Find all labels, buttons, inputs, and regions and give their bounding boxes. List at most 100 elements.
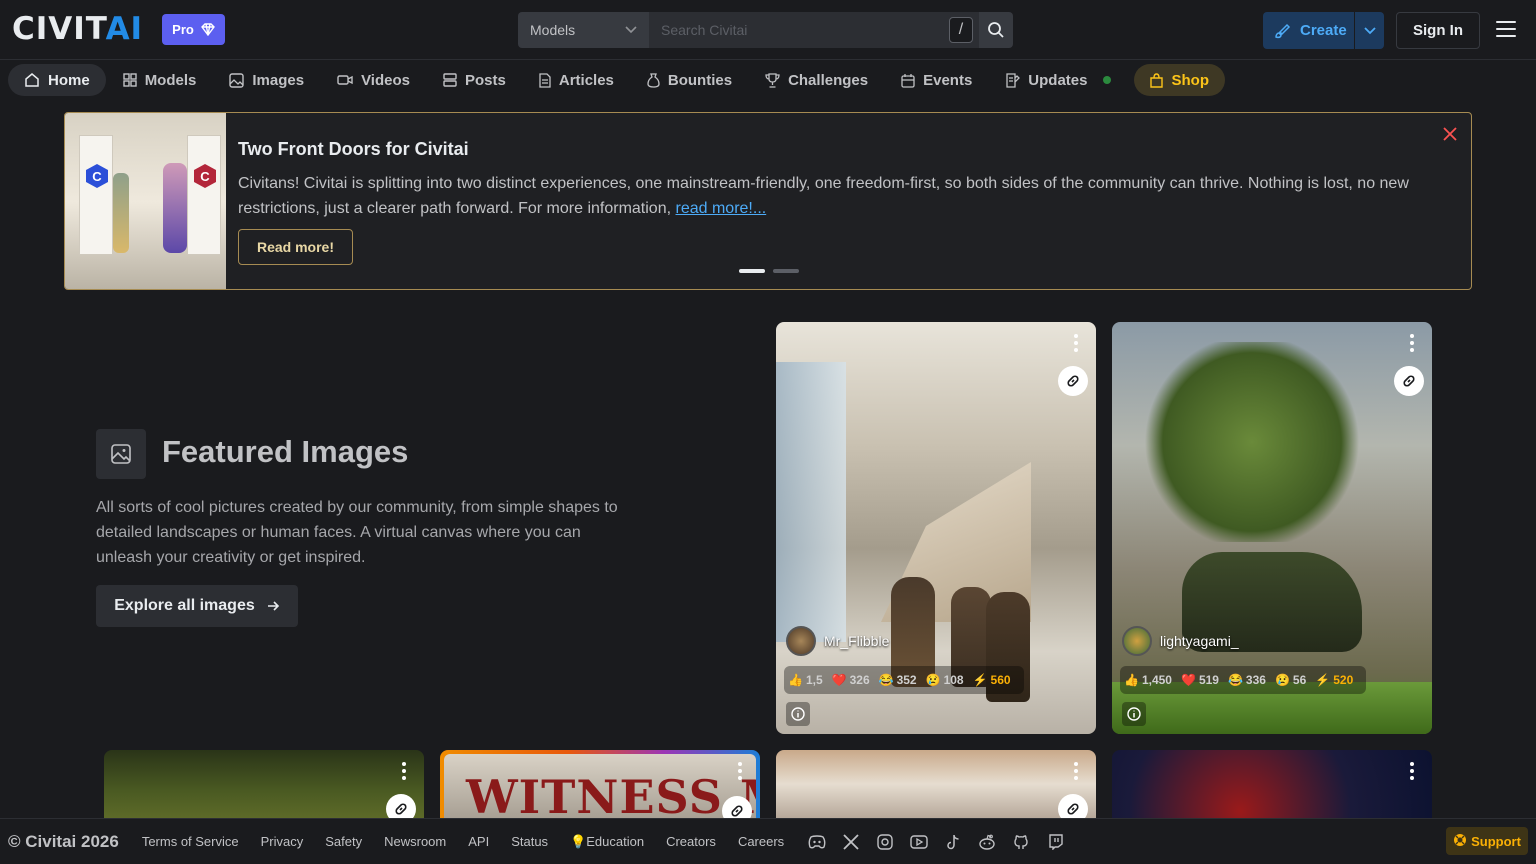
more-options-icon[interactable] (1074, 334, 1080, 355)
nav-posts[interactable]: Posts (427, 64, 522, 96)
pager-dot-1[interactable] (739, 269, 765, 273)
nav-articles[interactable]: Articles (523, 64, 630, 96)
arrow-right-icon (267, 600, 280, 612)
image-card[interactable] (104, 750, 424, 818)
pro-badge[interactable]: Pro (162, 14, 225, 45)
image-card[interactable]: Mr_Flibble 👍 1,5 ❤️ 326 😂 352 😢 108 ⚡ 560 (776, 322, 1096, 734)
posts-icon (443, 73, 457, 87)
heart-icon: ❤️ (831, 673, 847, 687)
more-options-icon[interactable] (1410, 334, 1416, 355)
card-window (776, 362, 846, 642)
more-options-icon[interactable] (738, 762, 744, 783)
github-icon[interactable] (1012, 833, 1030, 851)
close-icon[interactable] (1443, 127, 1457, 146)
garden-through-door (113, 173, 129, 253)
link-icon[interactable] (386, 794, 416, 818)
cry-reaction[interactable]: 😢 56 (1275, 673, 1306, 687)
link-icon[interactable] (1394, 366, 1424, 396)
nav-images[interactable]: Images (213, 64, 320, 96)
more-options-icon[interactable] (1074, 762, 1080, 783)
twitch-icon[interactable] (1046, 833, 1064, 851)
explore-all-images-button[interactable]: Explore all images (96, 585, 298, 627)
featured-description: All sorts of cool pictures created by ou… (96, 499, 618, 566)
x-icon[interactable] (842, 833, 860, 851)
nav-shop[interactable]: Shop (1134, 64, 1225, 96)
info-icon[interactable] (786, 702, 810, 726)
image-card[interactable] (1112, 750, 1432, 818)
nav-updates-label: Updates (1028, 71, 1088, 89)
search-button[interactable] (979, 12, 1013, 48)
tiktok-icon[interactable] (944, 833, 962, 851)
instagram-icon[interactable] (876, 833, 894, 851)
buzz-reaction[interactable]: ⚡ 560 (973, 673, 1011, 687)
banner-title: Two Front Doors for Civitai (238, 139, 469, 159)
heart-reaction[interactable]: ❤️ 519 (1181, 673, 1219, 687)
nav-bounties-label: Bounties (667, 71, 733, 89)
info-icon[interactable] (1122, 702, 1146, 726)
nav-bounties[interactable]: Bounties (631, 64, 748, 96)
nav-challenges[interactable]: Challenges (749, 64, 884, 96)
education-label: Education (586, 833, 645, 849)
cry-reaction[interactable]: 😢 108 (926, 673, 964, 687)
search-scope-select[interactable]: Models (518, 12, 649, 48)
image-icon (96, 429, 146, 479)
more-options-icon[interactable] (1410, 762, 1416, 783)
footer-link-creators[interactable]: Creators (666, 834, 716, 849)
banner-read-more-link[interactable]: read more!... (676, 200, 767, 217)
image-card[interactable]: lightyagami_ 👍 1,450 ❤️ 519 😂 336 😢 56 ⚡ 520 (1112, 322, 1432, 734)
laugh-reaction[interactable]: 😂 336 (1228, 673, 1266, 687)
create-button[interactable]: Create (1263, 12, 1384, 49)
cry-count: 108 (943, 673, 964, 687)
like-count: 1,5 (805, 673, 823, 687)
heart-reaction[interactable]: ❤️ 326 (832, 673, 870, 687)
footer-link-newsroom[interactable]: Newsroom (384, 834, 446, 849)
link-icon[interactable] (1058, 366, 1088, 396)
nav-home[interactable]: Home (8, 64, 106, 96)
bolt-icon: ⚡ (972, 673, 988, 687)
image-card-featured[interactable]: WITNESS ME (440, 750, 760, 818)
nav-images-label: Images (252, 71, 305, 89)
footer-link-privacy[interactable]: Privacy (261, 834, 304, 849)
diamond-icon (200, 23, 215, 36)
footer-link-safety[interactable]: Safety (325, 834, 362, 849)
footer-link-terms[interactable]: Terms of Service (142, 834, 239, 849)
moneybag-icon (647, 72, 660, 88)
nav-shop-label: Shop (1171, 71, 1209, 89)
sign-in-button[interactable]: Sign In (1396, 12, 1480, 49)
username: lightyagami_ (1160, 633, 1239, 649)
nav-articles-label: Articles (558, 71, 614, 89)
search-input[interactable]: Search Civitai / (649, 12, 979, 48)
support-button[interactable]: Support (1446, 827, 1528, 855)
link-icon[interactable] (1058, 794, 1088, 818)
nav-updates[interactable]: Updates (989, 64, 1127, 96)
card-user[interactable]: Mr_Flibble (786, 626, 889, 656)
discord-icon[interactable] (808, 833, 826, 851)
nav-events-label: Events (923, 71, 973, 89)
pager-dot-2[interactable] (773, 269, 799, 273)
nav-videos[interactable]: Videos (321, 64, 426, 96)
laugh-reaction[interactable]: 😂 352 (879, 673, 917, 687)
menu-icon[interactable] (1496, 21, 1516, 39)
footer-link-careers[interactable]: Careers (738, 834, 784, 849)
nav-events[interactable]: Events (885, 64, 988, 96)
create-dropdown[interactable] (1355, 26, 1384, 35)
read-more-button[interactable]: Read more! (238, 229, 353, 265)
reddit-icon[interactable] (978, 833, 996, 851)
footer-link-api[interactable]: API (468, 834, 489, 849)
footer-link-status[interactable]: Status (511, 834, 548, 849)
link-icon[interactable] (722, 796, 752, 818)
top-bar: CIVITAI Pro Models Search Civitai / Crea… (0, 0, 1536, 60)
youtube-icon[interactable] (910, 833, 928, 851)
buzz-reaction[interactable]: ⚡ 520 (1315, 673, 1353, 687)
nav-models-label: Models (144, 71, 197, 89)
civitai-logo[interactable]: CIVITAI (12, 14, 143, 45)
card-user[interactable]: lightyagami_ (1122, 626, 1239, 656)
more-options-icon[interactable] (402, 762, 408, 783)
bolt-icon: ⚡ (1315, 673, 1331, 687)
like-reaction[interactable]: 👍 1,5 (788, 673, 823, 687)
nav-models[interactable]: Models (107, 64, 213, 96)
image-card[interactable] (776, 750, 1096, 818)
like-reaction[interactable]: 👍 1,450 (1124, 673, 1172, 687)
footer-link-education[interactable]: 💡Education (570, 834, 644, 850)
laugh-count: 352 (896, 673, 917, 687)
